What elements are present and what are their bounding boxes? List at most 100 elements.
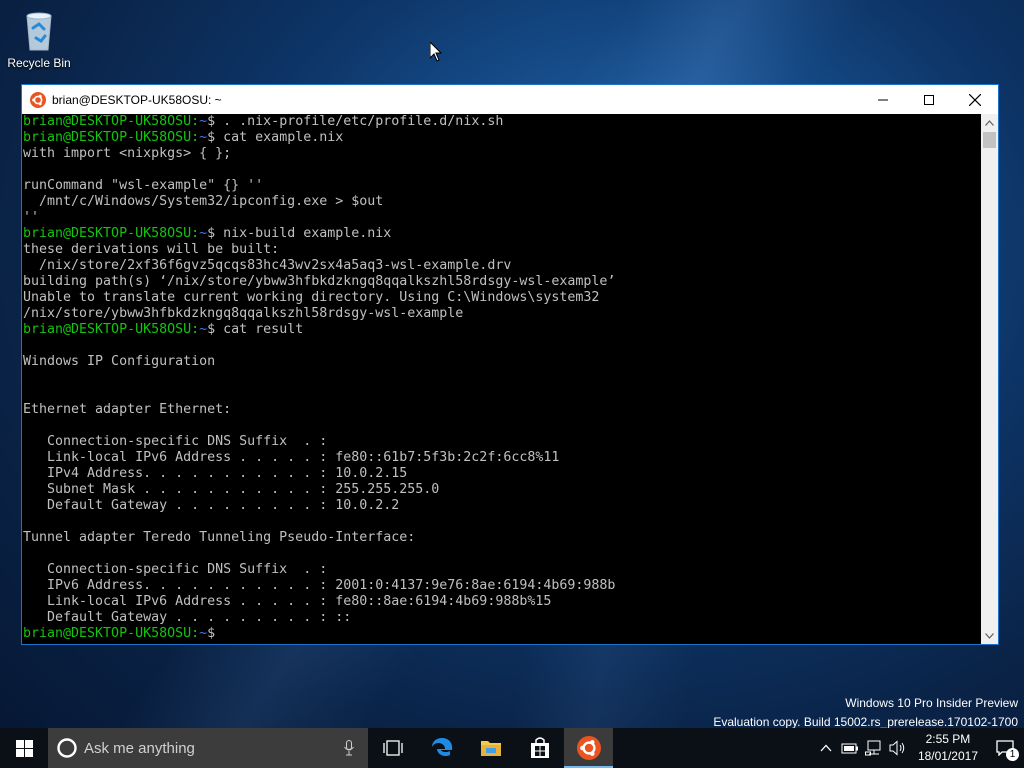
clock-time: 2:55 PM: [925, 732, 971, 746]
action-center-button[interactable]: 1: [986, 728, 1024, 768]
prompt-user-host: brian@DESKTOP-UK58OSU:: [23, 114, 200, 129]
store-icon: [530, 737, 549, 758]
prompt-path: ~: [199, 226, 208, 241]
terminal-output-line: /nix/store/ybww3hfbkdzkngq8qqalkszhl58rd…: [23, 306, 464, 321]
prompt-path: ~: [199, 114, 208, 129]
terminal-prompt-line: brian@DESKTOP-UK58OSU:~$: [23, 626, 983, 642]
network-icon: [864, 740, 881, 756]
terminal-output-line: Connection-specific DNS Suffix . :: [23, 562, 328, 577]
prompt-path: ~: [199, 322, 208, 337]
terminal-output-line: Connection-specific DNS Suffix . :: [23, 434, 328, 449]
ubuntu-icon: [30, 91, 46, 108]
command-text: $: [207, 626, 224, 641]
terminal-output-line: IPv6 Address. . . . . . . . . . . : 2001…: [23, 578, 616, 593]
scroll-down-button[interactable]: [981, 627, 998, 644]
recycle-bin-shortcut[interactable]: Recycle Bin: [4, 6, 74, 70]
mouse-cursor-icon: [429, 40, 443, 67]
prompt-user-host: brian@DESKTOP-UK58OSU:: [23, 322, 200, 337]
edge-taskbar-button[interactable]: [417, 728, 466, 768]
terminal-output-line: Tunnel adapter Teredo Tunneling Pseudo-I…: [23, 530, 416, 545]
window-title: brian@DESKTOP-UK58OSU: ~: [52, 92, 222, 107]
terminal-prompt-line: brian@DESKTOP-UK58OSU:~$ nix-build examp…: [23, 226, 983, 242]
terminal-output-line: Windows IP Configuration: [23, 354, 216, 369]
chevron-up-icon: [985, 119, 994, 126]
chevron-down-icon: [985, 632, 994, 639]
clock-date: 18/01/2017: [917, 749, 978, 763]
prompt-path: ~: [199, 626, 208, 641]
terminal-output[interactable]: brian@DESKTOP-UK58OSU:~$ . .nix-profile/…: [22, 114, 983, 644]
command-text: $ cat example.nix: [207, 130, 344, 145]
microphone-icon[interactable]: [344, 740, 354, 756]
cortana-search-box[interactable]: Ask me anything: [48, 728, 368, 768]
ubuntu-taskbar-button[interactable]: [564, 728, 613, 768]
minimize-button[interactable]: [860, 85, 906, 114]
terminal-output-line: Link-local IPv6 Address . . . . . : fe80…: [23, 450, 560, 465]
clock[interactable]: 2:55 PM 18/01/2017: [910, 731, 986, 765]
prompt-user-host: brian@DESKTOP-UK58OSU:: [23, 626, 200, 641]
edge-icon: [431, 738, 452, 757]
task-view-button[interactable]: [368, 728, 417, 768]
terminal-output-line: Default Gateway . . . . . . . . . : ::: [23, 610, 352, 625]
maximize-button[interactable]: [906, 85, 952, 114]
taskbar: Ask me anything 2:55 PM 18/01/2017 1: [0, 728, 1024, 768]
file-explorer-taskbar-button[interactable]: [466, 728, 515, 768]
task-view-icon: [382, 740, 403, 756]
watermark-edition: Windows 10 Pro Insider Preview: [845, 696, 1018, 710]
terminal-prompt-line: brian@DESKTOP-UK58OSU:~$ cat result: [23, 322, 983, 338]
recycle-bin-label: Recycle Bin: [7, 56, 71, 70]
terminal-output-line: with import <nixpkgs> { };: [23, 146, 232, 161]
evaluation-watermark: Windows 10 Pro Insider Preview Evaluatio…: [713, 694, 1018, 732]
terminal-output-line: Subnet Mask . . . . . . . . . . . : 255.…: [23, 482, 440, 497]
terminal-prompt-line: brian@DESKTOP-UK58OSU:~$ cat example.nix: [23, 130, 983, 146]
prompt-path: ~: [199, 130, 208, 145]
terminal-output-line: Unable to translate current working dire…: [23, 290, 600, 305]
vertical-scrollbar[interactable]: [981, 114, 998, 644]
chevron-up-icon: [820, 744, 832, 752]
network-tray-button[interactable]: [862, 728, 886, 768]
ubuntu-icon: [576, 736, 601, 760]
battery-icon: [841, 743, 858, 754]
terminal-output-line: Ethernet adapter Ethernet:: [23, 402, 232, 417]
close-icon: [969, 93, 981, 106]
terminal-output-line: Link-local IPv6 Address . . . . . : fe80…: [23, 594, 552, 609]
window-titlebar[interactable]: brian@DESKTOP-UK58OSU: ~: [22, 85, 998, 114]
scrollbar-thumb[interactable]: [983, 132, 996, 148]
cortana-icon: [57, 738, 77, 758]
notification-badge: 1: [1006, 748, 1019, 761]
recycle-bin-icon: [19, 8, 59, 52]
terminal-output-line: these derivations will be built:: [23, 242, 280, 257]
store-taskbar-button[interactable]: [515, 728, 564, 768]
scroll-up-button[interactable]: [981, 114, 998, 131]
show-hidden-icons-button[interactable]: [814, 728, 838, 768]
prompt-user-host: brian@DESKTOP-UK58OSU:: [23, 130, 200, 145]
terminal-output-line: /mnt/c/Windows/System32/ipconfig.exe > $…: [23, 194, 384, 209]
terminal-output-line: Default Gateway . . . . . . . . . : 10.0…: [23, 498, 400, 513]
minimize-icon: [878, 99, 888, 100]
terminal-window[interactable]: brian@DESKTOP-UK58OSU: ~ brian@DESKTOP-U…: [21, 84, 999, 645]
search-placeholder: Ask me anything: [84, 739, 195, 757]
prompt-user-host: brian@DESKTOP-UK58OSU:: [23, 226, 200, 241]
terminal-prompt-line: brian@DESKTOP-UK58OSU:~$ . .nix-profile/…: [23, 114, 983, 130]
close-button[interactable]: [952, 85, 998, 114]
command-text: $ nix-build example.nix: [207, 226, 392, 241]
start-button[interactable]: [0, 728, 48, 768]
maximize-icon: [924, 94, 934, 105]
terminal-output-line: runCommand "wsl-example" {} '': [23, 178, 264, 193]
terminal-output-line: /nix/store/2xf36f6gvz5qcqs83hc43wv2sx4a5…: [23, 258, 512, 273]
command-text: $ cat result: [207, 322, 304, 337]
terminal-output-line: '': [23, 210, 40, 225]
terminal-output-line: building path(s) ‘/nix/store/ybww3hfbkdz…: [23, 274, 616, 289]
power-tray-button[interactable]: [838, 728, 862, 768]
command-text: $ . .nix-profile/etc/profile.d/nix.sh: [207, 114, 504, 129]
terminal-output-line: IPv4 Address. . . . . . . . . . . : 10.0…: [23, 466, 408, 481]
volume-tray-button[interactable]: [886, 728, 910, 768]
file-explorer-icon: [480, 741, 501, 756]
system-tray: 2:55 PM 18/01/2017 1: [814, 728, 1024, 768]
windows-logo-icon: [15, 739, 33, 757]
